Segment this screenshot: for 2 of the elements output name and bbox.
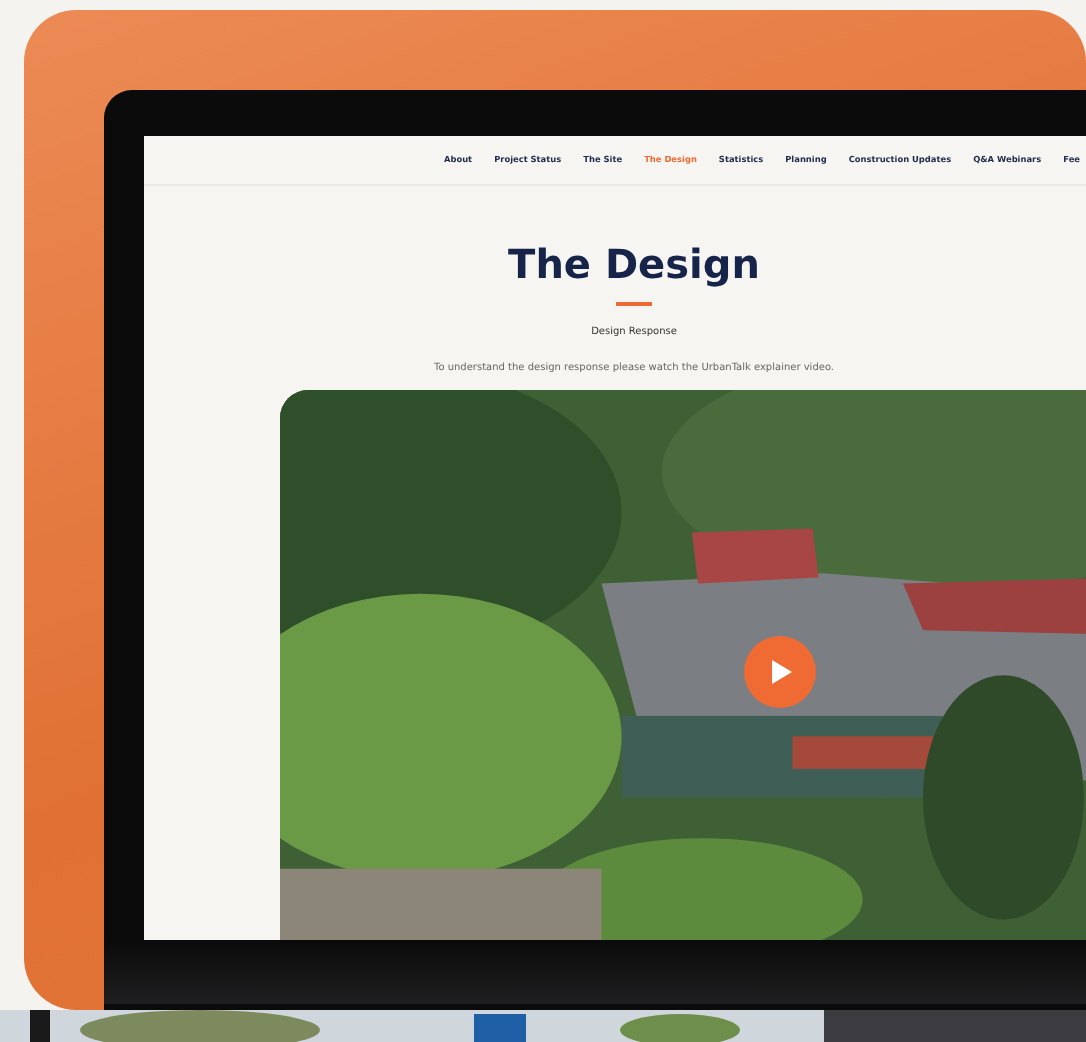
play-icon (766, 658, 794, 686)
page-title: The Design (506, 240, 762, 288)
